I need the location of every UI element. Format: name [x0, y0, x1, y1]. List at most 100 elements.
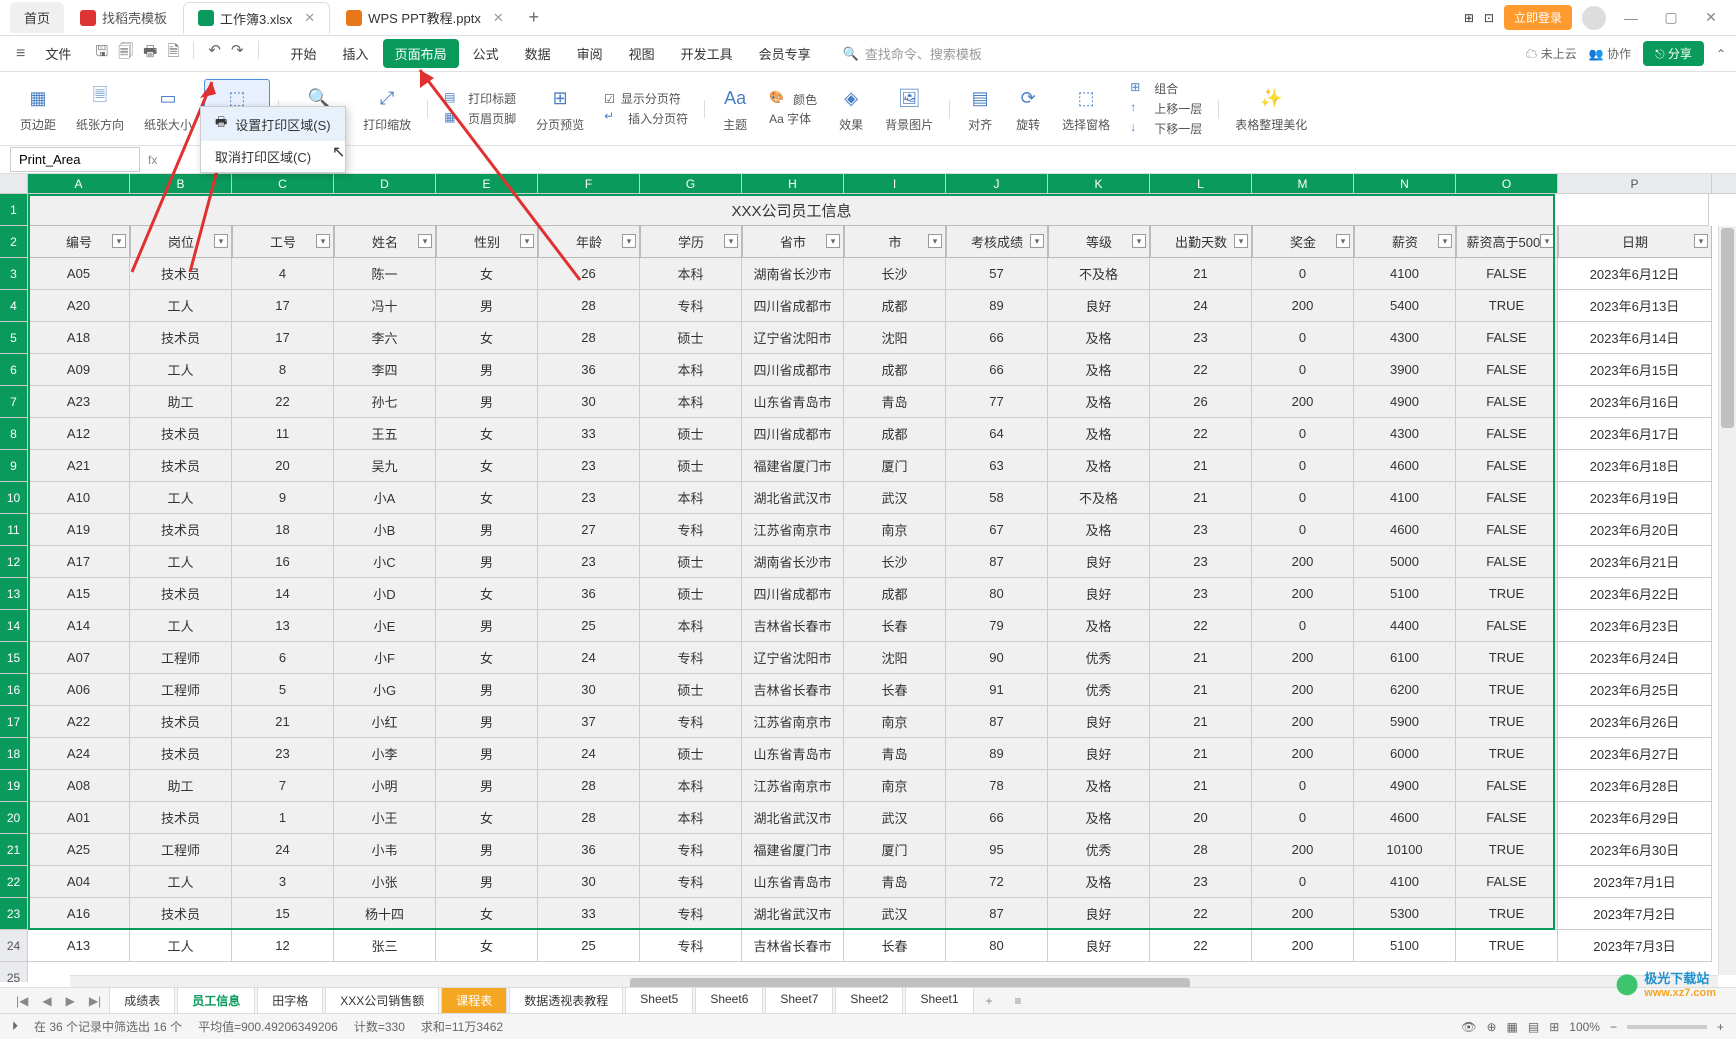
cell[interactable]: FALSE	[1456, 354, 1558, 386]
cell[interactable]: 硕士	[640, 450, 742, 482]
cell[interactable]: FALSE	[1456, 258, 1558, 290]
cell[interactable]: 4900	[1354, 386, 1456, 418]
cell[interactable]: 23	[538, 546, 640, 578]
cell[interactable]: 吉林省长春市	[742, 610, 844, 642]
cell[interactable]: 89	[946, 738, 1048, 770]
cell[interactable]: 成都	[844, 578, 946, 610]
cell[interactable]: 山东省青岛市	[742, 866, 844, 898]
data-area[interactable]: XXX公司员工信息编号▾岗位▾工号▾姓名▾性别▾年龄▾学历▾省市▾市▾考核成绩▾…	[28, 194, 1736, 982]
header-奖金[interactable]: 奖金▾	[1252, 226, 1354, 258]
fonts-button[interactable]: Aa 字体	[769, 110, 817, 127]
collapse-ribbon-icon[interactable]: ⌃	[1716, 47, 1726, 61]
cell[interactable]: 6000	[1354, 738, 1456, 770]
cell[interactable]: 硕士	[640, 322, 742, 354]
cell[interactable]: 10100	[1354, 834, 1456, 866]
cell[interactable]: 长沙	[844, 546, 946, 578]
cell[interactable]: 200	[1252, 546, 1354, 578]
cell[interactable]: 专科	[640, 642, 742, 674]
cell[interactable]: 5900	[1354, 706, 1456, 738]
cell[interactable]: 工人	[130, 866, 232, 898]
cell[interactable]: 及格	[1048, 354, 1150, 386]
menu-数据[interactable]: 数据	[513, 39, 563, 68]
filter-button[interactable]: ▾	[214, 234, 228, 248]
redo-icon[interactable]: ↷	[231, 41, 244, 66]
cell[interactable]: 福建省厦门市	[742, 834, 844, 866]
cancel-print-area-item[interactable]: 取消打印区域(C)	[201, 141, 345, 172]
cell[interactable]: 0	[1252, 450, 1354, 482]
cell[interactable]: A22	[28, 706, 130, 738]
circle-icon[interactable]: ⊕	[1486, 1020, 1496, 1034]
cell[interactable]: 4400	[1354, 610, 1456, 642]
cell[interactable]: 95	[946, 834, 1048, 866]
cell[interactable]: 江苏省南京市	[742, 706, 844, 738]
menu-公式[interactable]: 公式	[461, 39, 511, 68]
cell[interactable]: 杨十四	[334, 898, 436, 930]
cell[interactable]: 辽宁省沈阳市	[742, 322, 844, 354]
row-header-17[interactable]: 17	[0, 706, 28, 738]
cell[interactable]: FALSE	[1456, 482, 1558, 514]
cell[interactable]: 女	[436, 802, 538, 834]
colors-button[interactable]: 🎨颜色	[769, 90, 817, 108]
cell[interactable]: TRUE	[1456, 642, 1558, 674]
cell[interactable]: A04	[28, 866, 130, 898]
cell[interactable]: 80	[946, 930, 1048, 962]
cell[interactable]: 2023年6月13日	[1558, 290, 1712, 322]
set-print-area-item[interactable]: 🖶设置打印区域(S)	[201, 107, 345, 141]
cell[interactable]: 21	[1150, 482, 1252, 514]
col-header-J[interactable]: J	[946, 174, 1048, 193]
cell[interactable]: 200	[1252, 738, 1354, 770]
row-header-18[interactable]: 18	[0, 738, 28, 770]
cell[interactable]: 及格	[1048, 386, 1150, 418]
sheet-nav-next[interactable]: ▶	[60, 994, 81, 1008]
cell[interactable]: 男	[436, 770, 538, 802]
cell[interactable]: 长春	[844, 930, 946, 962]
cell[interactable]: 南京	[844, 706, 946, 738]
cell[interactable]: 女	[436, 418, 538, 450]
cell[interactable]: 优秀	[1048, 674, 1150, 706]
header-省市[interactable]: 省市▾	[742, 226, 844, 258]
cell[interactable]: 30	[538, 386, 640, 418]
undo-icon[interactable]: ↶	[208, 41, 221, 66]
cell[interactable]: 20	[1150, 802, 1252, 834]
cell[interactable]: 200	[1252, 706, 1354, 738]
sheet-tab-XXX公司销售额[interactable]: XXX公司销售额	[325, 987, 439, 1015]
cell[interactable]: 2023年7月2日	[1558, 898, 1712, 930]
cell[interactable]: 17	[232, 322, 334, 354]
cell[interactable]: 25	[538, 930, 640, 962]
cell[interactable]: FALSE	[1456, 610, 1558, 642]
cell[interactable]: 2023年6月12日	[1558, 258, 1712, 290]
cell[interactable]: A21	[28, 450, 130, 482]
cell[interactable]: 24	[232, 834, 334, 866]
cell[interactable]: 2023年6月28日	[1558, 770, 1712, 802]
cell[interactable]: 9	[232, 482, 334, 514]
zoom-in-icon[interactable]: +	[1717, 1020, 1724, 1034]
cell[interactable]: FALSE	[1456, 770, 1558, 802]
filter-button[interactable]: ▾	[724, 234, 738, 248]
cell[interactable]: 男	[436, 834, 538, 866]
col-header-F[interactable]: F	[538, 174, 640, 193]
header-等级[interactable]: 等级▾	[1048, 226, 1150, 258]
cell[interactable]: 4900	[1354, 770, 1456, 802]
cell[interactable]: 4300	[1354, 322, 1456, 354]
zoom-level[interactable]: 100%	[1569, 1020, 1600, 1034]
cell[interactable]: A20	[28, 290, 130, 322]
sheet-tab-田字格[interactable]: 田字格	[257, 987, 323, 1015]
cell[interactable]: 青岛	[844, 866, 946, 898]
cell[interactable]: 女	[436, 642, 538, 674]
effects-button[interactable]: ◈效果	[829, 80, 873, 137]
vertical-scrollbar[interactable]	[1718, 226, 1736, 975]
cell[interactable]: 18	[232, 514, 334, 546]
cell[interactable]: 2023年6月16日	[1558, 386, 1712, 418]
menu-插入[interactable]: 插入	[331, 39, 381, 68]
cell[interactable]: 3900	[1354, 354, 1456, 386]
filter-button[interactable]: ▾	[112, 234, 126, 248]
header-日期[interactable]: 日期▾	[1558, 226, 1712, 258]
cell[interactable]: 小A	[334, 482, 436, 514]
show-breaks-checkbox[interactable]: ☑显示分页符	[604, 90, 688, 107]
cell[interactable]: 沈阳	[844, 642, 946, 674]
cell[interactable]: 23	[538, 450, 640, 482]
cell[interactable]: 5100	[1354, 578, 1456, 610]
cell[interactable]: 本科	[640, 610, 742, 642]
sheet-tab-Sheet2[interactable]: Sheet2	[835, 987, 903, 1015]
rotate-button[interactable]: ⟳旋转	[1006, 80, 1050, 137]
